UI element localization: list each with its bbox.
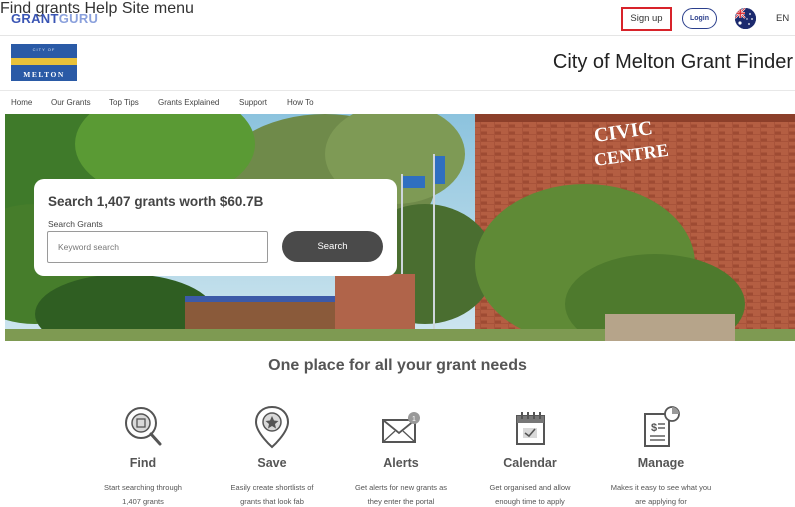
brand-part-1: GRANT <box>11 11 59 26</box>
logo-stripe <box>11 58 77 65</box>
nav-how-to[interactable]: How To <box>287 98 314 107</box>
nav-our-grants[interactable]: Our Grants <box>51 98 91 107</box>
feature-desc-line1: Makes it easy to see what you <box>610 483 712 492</box>
feature-title: Manage <box>637 456 685 470</box>
australia-flag-icon[interactable] <box>735 8 756 29</box>
feature-desc-line2: 1,407 grants <box>122 497 164 506</box>
grantguru-logo[interactable]: GRANTGURU <box>11 11 98 26</box>
feature-title: Find <box>129 456 157 470</box>
site-menu-link[interactable]: Site menu <box>122 0 194 17</box>
feature-description: Get alerts for new grants as they enter … <box>336 481 466 507</box>
feature-description: Get organised and allow enough time to a… <box>465 481 595 507</box>
feature-description: Start searching through 1,407 grants <box>78 481 208 507</box>
feature-desc-line2: they enter the portal <box>367 497 435 506</box>
nav-home[interactable]: Home <box>11 98 32 107</box>
feature-title: Save <box>257 456 287 470</box>
search-button[interactable]: Search <box>282 231 383 262</box>
feature-desc-line2: grants that look fab <box>240 497 304 506</box>
brand-part-2: GURU <box>58 11 99 26</box>
feature-title: Calendar <box>503 456 557 470</box>
feature-title: Alerts <box>383 456 419 470</box>
calendar-icon <box>509 404 551 450</box>
feature-description: Makes it easy to see what you are applyi… <box>596 481 726 507</box>
keyword-search-input[interactable] <box>47 231 268 263</box>
city-of-melton-logo[interactable]: CITY OF MELTON <box>11 44 77 81</box>
feature-desc-line1: Easily create shortlists of <box>230 483 314 492</box>
header-divider <box>0 90 795 91</box>
language-selector[interactable]: EN <box>776 13 789 24</box>
envelope-icon: 1 <box>380 404 422 450</box>
logo-subtext: CITY OF <box>32 47 56 52</box>
nav-support[interactable]: Support <box>239 98 267 107</box>
search-label: Search Grants <box>48 219 103 229</box>
feature-desc-line1: Start searching through <box>104 483 182 492</box>
nav-top-tips[interactable]: Top Tips <box>109 98 139 107</box>
feature-description: Easily create shortlists of grants that … <box>207 481 337 507</box>
magnifier-icon <box>122 404 164 450</box>
feature-desc-line2: enough time to apply <box>495 497 565 506</box>
nav-grants-explained[interactable]: Grants Explained <box>158 98 219 107</box>
sign-up-link[interactable]: Sign up <box>621 7 672 31</box>
feature-desc-line1: Get alerts for new grants as <box>354 483 448 492</box>
document-chart-icon: $ <box>640 404 682 450</box>
page-title: City of Melton Grant Finder <box>552 51 793 73</box>
logo-text: MELTON <box>23 70 65 79</box>
svg-text:1: 1 <box>412 416 416 423</box>
features-tagline: One place for all your grant needs <box>268 357 527 374</box>
search-title: Search 1,407 grants worth $60.7B <box>48 194 264 209</box>
top-bar: GRANTGURU Find grants Help Site menu Sig… <box>0 0 795 36</box>
location-pin-icon <box>251 404 293 450</box>
feature-desc-line2: are applying for <box>635 497 687 506</box>
feature-desc-line1: Get organised and allow <box>489 483 571 492</box>
search-card: Search 1,407 grants worth $60.7B Search … <box>34 179 397 276</box>
login-button[interactable]: Login <box>682 8 717 29</box>
svg-text:$: $ <box>651 422 657 434</box>
